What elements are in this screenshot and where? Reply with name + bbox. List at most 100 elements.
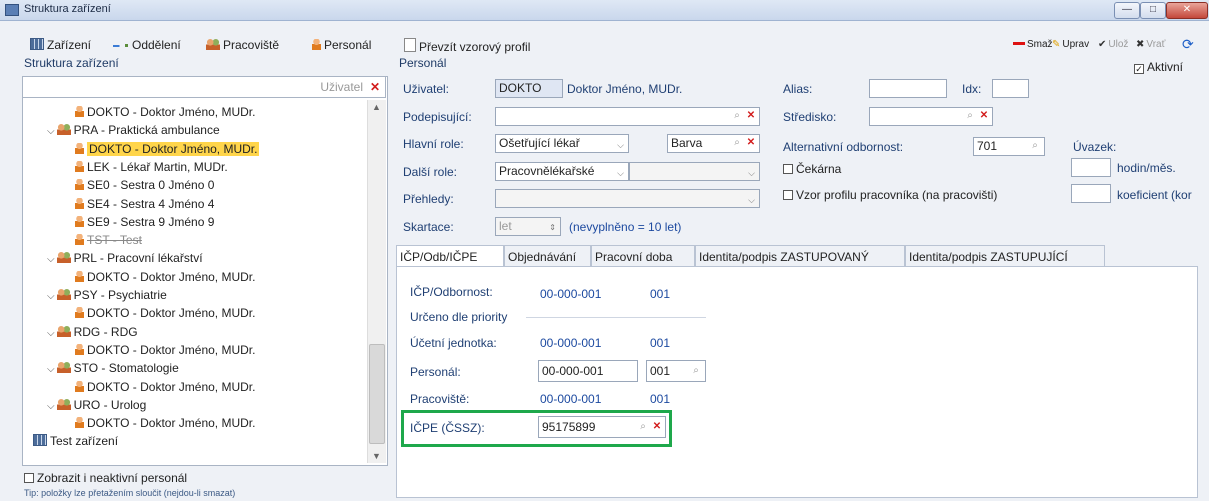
lookup-icon[interactable]: ⌕ bbox=[690, 365, 702, 377]
checkbox-icon[interactable] bbox=[783, 164, 793, 174]
podepisujici-field[interactable]: ⌕ ✕ bbox=[495, 107, 760, 126]
zarizeni-button[interactable]: Zařízení bbox=[30, 38, 91, 52]
checked-icon[interactable]: ✓ bbox=[1134, 64, 1144, 74]
aktivni-checkbox[interactable]: ✓ Aktivní bbox=[1134, 60, 1183, 74]
dalsi-role-secondary[interactable]: ⌵ bbox=[629, 162, 760, 181]
skartace-note: (nevyplněno = 10 let) bbox=[569, 220, 682, 234]
clear-icon[interactable]: ✕ bbox=[978, 110, 990, 122]
dalsi-role-select[interactable]: Pracovnělékařské ⌵ bbox=[495, 162, 629, 181]
lookup-icon[interactable]: ⌕ bbox=[731, 110, 743, 122]
barva-field[interactable]: Barva ⌕ ✕ bbox=[667, 134, 760, 153]
clear-icon[interactable]: ✕ bbox=[745, 137, 757, 149]
tree-item[interactable]: DOKTO - Doktor Jméno, MUDr. bbox=[75, 104, 255, 121]
user-search[interactable]: Uživatel ✕ bbox=[22, 76, 386, 98]
expand-chevron-icon[interactable]: ⌵ bbox=[47, 328, 55, 339]
tree-item[interactable]: DOKTO - Doktor Jméno, MUDr. bbox=[75, 342, 255, 359]
divider bbox=[526, 317, 706, 318]
stredisko-field[interactable]: ⌕ ✕ bbox=[869, 107, 993, 126]
smaz-button[interactable]: Smaž bbox=[1013, 39, 1053, 50]
idx-field[interactable] bbox=[992, 79, 1029, 98]
lookup-icon[interactable]: ⌕ bbox=[964, 110, 976, 122]
structure-tree[interactable]: DOKTO - Doktor Jméno, MUDr. ⌵ PRA - Prakti… bbox=[23, 100, 367, 462]
tree-item[interactable]: ⌵ URO - Urolog bbox=[47, 397, 146, 414]
person-icon bbox=[75, 160, 84, 172]
vrat-button[interactable]: ✖ Vrať bbox=[1136, 39, 1165, 50]
vzor-checkbox[interactable]: Vzor profilu pracovníka (na pracovišti) bbox=[783, 188, 997, 202]
koeficient-field[interactable] bbox=[1071, 184, 1111, 203]
tree-item-label: DOKTO - Doktor Jméno, MUDr. bbox=[87, 141, 260, 156]
tree-item[interactable]: ⌵ PRL - Pracovní lékařství bbox=[47, 250, 203, 267]
tab-4[interactable]: Identita/podpis ZASTUPUJÍCÍ bbox=[905, 245, 1105, 267]
tree-item-label: PRL - Pracovní lékařství bbox=[73, 251, 203, 266]
person-icon bbox=[75, 307, 84, 319]
tree-item[interactable]: SE0 - Sestra 0 Jméno 0 bbox=[75, 177, 214, 194]
expand-chevron-icon[interactable]: ⌵ bbox=[47, 401, 55, 412]
tree-item[interactable]: DOKTO - Doktor Jméno, MUDr. bbox=[75, 305, 255, 322]
personal-button[interactable]: Personál bbox=[312, 38, 371, 52]
tree-item[interactable]: LEK - Lékař Martin, MUDr. bbox=[75, 159, 228, 176]
scroll-down-icon[interactable]: ▼ bbox=[372, 451, 381, 461]
show-inactive-checkbox[interactable]: Zobrazit i neaktivní personál bbox=[24, 471, 187, 485]
lookup-icon[interactable]: ⌕ bbox=[731, 137, 743, 149]
alt-odbornost-label: Alternativní odbornost: bbox=[783, 140, 904, 154]
checkbox-icon[interactable] bbox=[24, 473, 34, 483]
tree-item[interactable]: SE4 - Sestra 4 Jméno 4 bbox=[75, 196, 214, 213]
tree-item[interactable]: ⌵ PSY - Psychiatrie bbox=[47, 287, 167, 304]
pracoviste-tab-label: Pracoviště: bbox=[410, 392, 470, 406]
alt-odbornost-field[interactable]: 701 ⌕ bbox=[973, 137, 1045, 156]
tab-3[interactable]: Identita/podpis ZASTUPOVANÝ bbox=[695, 245, 905, 267]
tree-item[interactable]: SE9 - Sestra 9 Jméno 9 bbox=[75, 214, 214, 231]
personal-odb-field[interactable]: 001 ⌕ bbox=[646, 360, 706, 382]
refresh-icon[interactable]: ⟳ bbox=[1182, 36, 1194, 53]
chevron-down-icon: ⌵ bbox=[748, 195, 755, 205]
aktivni-label: Aktivní bbox=[1147, 60, 1184, 74]
prevzit-button[interactable]: Převzít vzorový profil bbox=[404, 38, 530, 54]
uzivatel-code-field[interactable]: DOKTO bbox=[495, 79, 563, 98]
skartace-value: let bbox=[499, 219, 512, 233]
expand-chevron-icon[interactable]: ⌵ bbox=[47, 291, 55, 302]
icpe-field[interactable]: 95175899 ⌕ ✕ bbox=[538, 416, 666, 438]
cekarna-checkbox[interactable]: Čekárna bbox=[783, 162, 841, 176]
clear-icon[interactable]: ✕ bbox=[745, 110, 757, 122]
tree-item[interactable]: DOKTO - Doktor Jméno, MUDr. bbox=[75, 379, 255, 396]
hlavni-role-value: Ošetřující lékař bbox=[499, 136, 580, 150]
hlavni-role-select[interactable]: Ošetřující lékař ⌵ bbox=[495, 134, 629, 153]
tree-item[interactable]: Test zařízení bbox=[33, 433, 118, 450]
tree-item[interactable]: DOKTO - Doktor Jméno, MUDr. bbox=[75, 415, 255, 432]
tree-scroll-thumb[interactable] bbox=[369, 344, 385, 444]
expand-chevron-icon[interactable]: ⌵ bbox=[47, 254, 55, 265]
lookup-icon[interactable]: ⌕ bbox=[637, 421, 649, 433]
tree-item[interactable]: ⌵ PRA - Praktická ambulance bbox=[47, 122, 220, 139]
tree-item[interactable]: DOKTO - Doktor Jméno, MUDr. bbox=[75, 141, 260, 158]
expand-chevron-icon[interactable]: ⌵ bbox=[47, 126, 55, 137]
tree-item-label: URO - Urolog bbox=[73, 397, 147, 412]
expand-chevron-icon[interactable]: ⌵ bbox=[47, 364, 55, 375]
tab-1[interactable]: Objednávání bbox=[504, 245, 591, 267]
pracoviste-button[interactable]: Pracoviště bbox=[206, 38, 279, 52]
lookup-icon[interactable]: ⌕ bbox=[1029, 140, 1041, 152]
tree-item[interactable]: ⌵ RDG - RDG bbox=[47, 324, 138, 341]
person-icon bbox=[75, 234, 84, 246]
prehledy-select[interactable]: ⌵ bbox=[495, 189, 760, 208]
tree-item[interactable]: ⌵ STO - Stomatologie bbox=[47, 360, 179, 377]
uloz-label: Ulož bbox=[1108, 39, 1129, 50]
alias-field[interactable] bbox=[869, 79, 947, 98]
maximize-button[interactable]: □ bbox=[1140, 2, 1166, 19]
tree-item[interactable]: DOKTO - Doktor Jméno, MUDr. bbox=[75, 269, 255, 286]
checkbox-icon[interactable] bbox=[783, 190, 793, 200]
tab-2[interactable]: Pracovní doba bbox=[591, 245, 695, 267]
oddeleni-button[interactable]: Oddělení bbox=[113, 38, 181, 52]
minimize-button[interactable]: — bbox=[1114, 2, 1140, 19]
uprav-button[interactable]: ✎ Uprav bbox=[1052, 39, 1089, 50]
skartace-spinner[interactable]: let ⇕ bbox=[495, 217, 561, 236]
spinner-icon[interactable]: ⇕ bbox=[549, 219, 556, 235]
hodin-field[interactable] bbox=[1071, 158, 1111, 177]
personal-icp-field[interactable]: 00-000-001 bbox=[538, 360, 638, 382]
uloz-button[interactable]: ✔ Ulož bbox=[1098, 39, 1128, 50]
close-button[interactable]: ✕ bbox=[1166, 2, 1208, 19]
scroll-up-icon[interactable]: ▲ bbox=[372, 102, 381, 112]
tree-item[interactable]: TST - Test bbox=[75, 232, 142, 249]
hodin-label: hodin/měs. bbox=[1117, 161, 1176, 175]
clear-icon[interactable]: ✕ bbox=[651, 421, 663, 433]
clear-search-icon[interactable]: ✕ bbox=[370, 80, 380, 94]
